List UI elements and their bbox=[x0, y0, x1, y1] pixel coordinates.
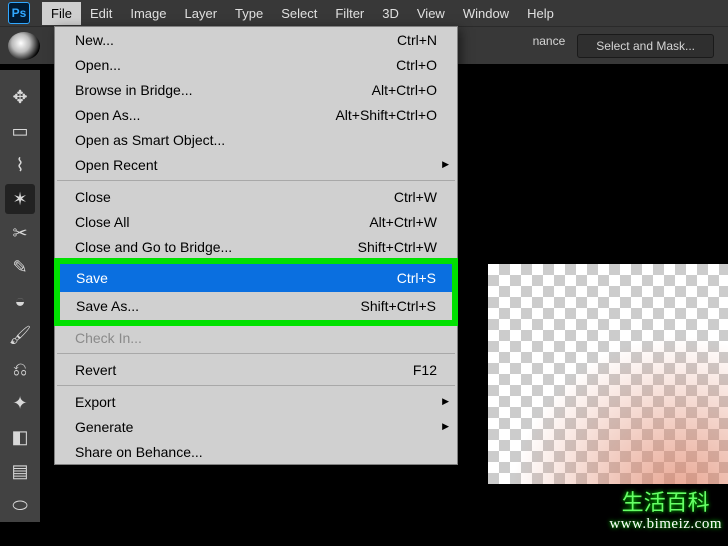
menuitem-new[interactable]: New...Ctrl+N bbox=[55, 27, 457, 52]
menu-filter[interactable]: Filter bbox=[326, 2, 373, 25]
clone-stamp-tool[interactable]: ⎌ bbox=[5, 354, 35, 384]
menu-separator bbox=[57, 353, 455, 354]
menuitem-shortcut: Ctrl+S bbox=[397, 270, 436, 286]
file-menu-dropdown: New...Ctrl+NOpen...Ctrl+OBrowse in Bridg… bbox=[54, 26, 458, 465]
save-highlight-box: SaveCtrl+SSave As...Shift+Ctrl+S bbox=[54, 258, 458, 326]
history-brush-tool[interactable]: ✦ bbox=[5, 388, 35, 418]
menuitem-shortcut: Ctrl+N bbox=[397, 32, 437, 48]
menuitem-label: Browse in Bridge... bbox=[75, 82, 372, 98]
menuitem-label: Open... bbox=[75, 57, 396, 73]
menuitem-share-on-behance[interactable]: Share on Behance... bbox=[55, 439, 457, 464]
menuitem-open-as-smart-object[interactable]: Open as Smart Object... bbox=[55, 127, 457, 152]
menuitem-label: Open as Smart Object... bbox=[75, 132, 437, 148]
canvas-image bbox=[488, 264, 728, 484]
menuitem-close-all[interactable]: Close AllAlt+Ctrl+W bbox=[55, 209, 457, 234]
left-toolbar: ✥ ▭ ⌇ ✶ ✂ ✎ ◒ 🖌 ⎌ ✦ ◧ ▤ ⬭ bbox=[0, 70, 40, 522]
brush-tool[interactable]: 🖌 bbox=[5, 320, 35, 350]
quick-select-tool[interactable]: ✶ bbox=[5, 184, 35, 214]
select-and-mask-button[interactable]: Select and Mask... bbox=[577, 34, 714, 58]
eyedropper-tool[interactable]: ✎ bbox=[5, 252, 35, 282]
menuitem-shortcut: F12 bbox=[413, 362, 437, 378]
menuitem-check-in: Check In... bbox=[55, 325, 457, 350]
menuitem-label: Save bbox=[76, 270, 397, 286]
menuitem-shortcut: Alt+Shift+Ctrl+O bbox=[335, 107, 437, 123]
menu-type[interactable]: Type bbox=[226, 2, 272, 25]
menuitem-label: New... bbox=[75, 32, 397, 48]
menuitem-open[interactable]: Open...Ctrl+O bbox=[55, 52, 457, 77]
watermark-url: www.bimeiz.com bbox=[609, 516, 722, 533]
menuitem-shortcut: Ctrl+W bbox=[394, 189, 437, 205]
menuitem-export[interactable]: Export bbox=[55, 389, 457, 414]
menuitem-label: Check In... bbox=[75, 330, 437, 346]
menuitem-close[interactable]: CloseCtrl+W bbox=[55, 184, 457, 209]
menuitem-label: Export bbox=[75, 394, 437, 410]
menuitem-open-recent[interactable]: Open Recent bbox=[55, 152, 457, 177]
healing-brush-tool[interactable]: ◒ bbox=[5, 286, 35, 316]
move-tool[interactable]: ✥ bbox=[5, 82, 35, 112]
menu-view[interactable]: View bbox=[408, 2, 454, 25]
menuitem-shortcut: Alt+Ctrl+O bbox=[372, 82, 437, 98]
crop-tool[interactable]: ✂ bbox=[5, 218, 35, 248]
menu-window[interactable]: Window bbox=[454, 2, 518, 25]
menuitem-label: Revert bbox=[75, 362, 413, 378]
menu-help[interactable]: Help bbox=[518, 2, 563, 25]
menuitem-label: Close and Go to Bridge... bbox=[75, 239, 358, 255]
menuitem-close-and-go-to-bridge[interactable]: Close and Go to Bridge...Shift+Ctrl+W bbox=[55, 234, 457, 259]
menu-3d[interactable]: 3D bbox=[373, 2, 408, 25]
menuitem-label: Open As... bbox=[75, 107, 335, 123]
menuitem-label: Open Recent bbox=[75, 157, 437, 173]
menuitem-label: Close bbox=[75, 189, 394, 205]
gradient-tool[interactable]: ▤ bbox=[5, 456, 35, 486]
menuitem-revert[interactable]: RevertF12 bbox=[55, 357, 457, 382]
menu-image[interactable]: Image bbox=[121, 2, 175, 25]
menuitem-shortcut: Shift+Ctrl+W bbox=[358, 239, 437, 255]
menuitem-shortcut: Alt+Ctrl+W bbox=[369, 214, 437, 230]
menuitem-shortcut: Shift+Ctrl+S bbox=[361, 298, 436, 314]
menu-edit[interactable]: Edit bbox=[81, 2, 121, 25]
menuitem-label: Share on Behance... bbox=[75, 444, 437, 460]
marquee-tool[interactable]: ▭ bbox=[5, 116, 35, 146]
menuitem-label: Save As... bbox=[76, 298, 361, 314]
menuitem-open-as[interactable]: Open As...Alt+Shift+Ctrl+O bbox=[55, 102, 457, 127]
brush-preset-icon[interactable] bbox=[8, 32, 40, 60]
menu-separator bbox=[57, 385, 455, 386]
menuitem-browse-in-bridge[interactable]: Browse in Bridge...Alt+Ctrl+O bbox=[55, 77, 457, 102]
menuitem-generate[interactable]: Generate bbox=[55, 414, 457, 439]
menu-select[interactable]: Select bbox=[272, 2, 326, 25]
watermark-text: 生活百科 bbox=[609, 491, 722, 515]
menu-file[interactable]: File bbox=[42, 2, 81, 25]
menuitem-save-as[interactable]: Save As...Shift+Ctrl+S bbox=[60, 292, 452, 320]
eraser-tool[interactable]: ◧ bbox=[5, 422, 35, 452]
watermark: 生活百科 www.bimeiz.com bbox=[609, 491, 722, 532]
menuitem-save[interactable]: SaveCtrl+S bbox=[60, 264, 452, 292]
app-logo: Ps bbox=[8, 2, 30, 24]
menu-layer[interactable]: Layer bbox=[176, 2, 227, 25]
blur-tool[interactable]: ⬭ bbox=[5, 490, 35, 520]
luminance-label: nance bbox=[533, 34, 566, 58]
menuitem-label: Generate bbox=[75, 419, 437, 435]
menu-separator bbox=[57, 180, 455, 181]
menubar: Ps FileEditImageLayerTypeSelectFilter3DV… bbox=[0, 0, 728, 26]
menuitem-label: Close All bbox=[75, 214, 369, 230]
lasso-tool[interactable]: ⌇ bbox=[5, 150, 35, 180]
menuitem-shortcut: Ctrl+O bbox=[396, 57, 437, 73]
